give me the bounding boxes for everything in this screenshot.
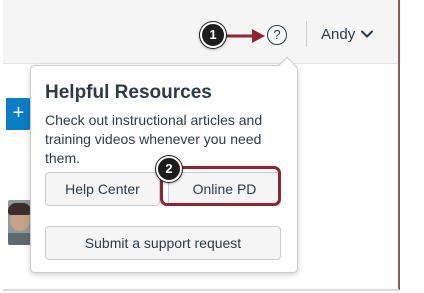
page-frame: ? Andy + Helpful Resources Check out ins… xyxy=(3,0,398,290)
user-menu[interactable]: Andy xyxy=(321,22,374,46)
avatar-shirt xyxy=(8,233,31,245)
popover-title: Helpful Resources xyxy=(45,82,212,103)
header-divider xyxy=(306,21,307,47)
submit-support-request-button[interactable]: Submit a support request xyxy=(45,226,281,260)
help-center-button[interactable]: Help Center xyxy=(45,172,160,206)
callout-arrow-icon xyxy=(226,29,265,43)
step-badge-2: 2 xyxy=(156,156,182,182)
user-name: Andy xyxy=(321,25,356,43)
frame-bottom-edge xyxy=(3,289,399,291)
avatar-hair xyxy=(8,203,31,215)
avatar xyxy=(8,200,31,245)
help-icon[interactable]: ? xyxy=(267,25,287,45)
chevron-down-icon xyxy=(361,30,374,38)
frame-right-edge xyxy=(398,0,400,290)
add-button[interactable]: + xyxy=(6,98,31,130)
step-badge-1: 1 xyxy=(200,22,226,48)
